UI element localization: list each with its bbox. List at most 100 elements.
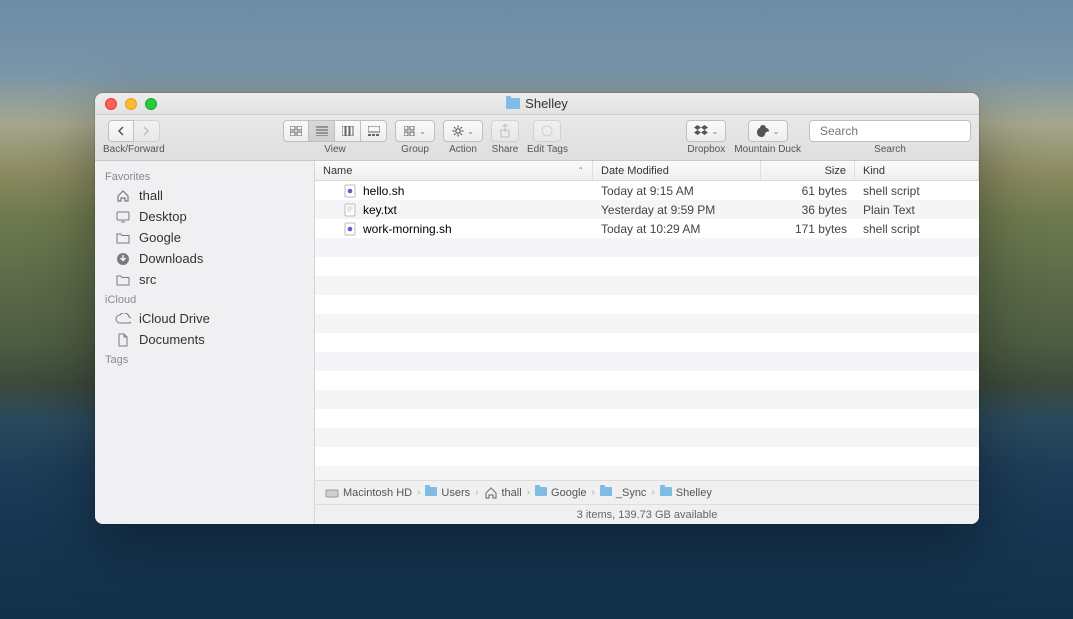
sidebar-item-downloads[interactable]: Downloads: [95, 248, 314, 269]
home-icon: [484, 486, 498, 500]
group-icon: [404, 126, 416, 136]
search-box[interactable]: [809, 120, 971, 142]
sidebar: FavoritesthallDesktopGoogleDownloadssrci…: [95, 161, 315, 524]
view-gallery-button[interactable]: [361, 120, 387, 142]
share-button[interactable]: [491, 120, 519, 142]
path-item-users[interactable]: Users: [425, 487, 470, 499]
folder-icon: [506, 98, 520, 109]
mountain-duck-button-group: ⌄ Mountain Duck: [734, 120, 801, 155]
finder-window: Shelley Back/Forward View ⌄: [95, 93, 979, 524]
download-icon: [115, 252, 131, 266]
file-size: 171 bytes: [761, 222, 855, 236]
share-icon: [499, 124, 511, 138]
mountain-duck-button[interactable]: ⌄: [748, 120, 788, 142]
window-title: Shelley: [95, 96, 979, 111]
path-item-_sync[interactable]: _Sync: [600, 487, 647, 499]
nav-label: Back/Forward: [103, 144, 165, 155]
view-columns-button[interactable]: [335, 120, 361, 142]
search-label: Search: [874, 144, 906, 155]
tag-icon: [540, 124, 554, 138]
status-text: 3 items, 139.73 GB available: [577, 509, 718, 521]
folder-icon: [660, 487, 672, 499]
sidebar-item-label: thall: [139, 188, 163, 203]
column-date[interactable]: Date Modified: [593, 161, 761, 180]
sidebar-item-google[interactable]: Google: [95, 227, 314, 248]
sort-caret-icon: ⌃: [577, 166, 584, 175]
path-separator: ›: [651, 487, 654, 498]
view-list-button[interactable]: [309, 120, 335, 142]
path-separator: ›: [475, 487, 478, 498]
path-item-label: thall: [502, 487, 522, 499]
action-label: Action: [449, 144, 477, 155]
path-item-label: Users: [441, 487, 470, 499]
path-separator: ›: [417, 487, 420, 498]
path-item-shelley[interactable]: Shelley: [660, 487, 712, 499]
sidebar-section-title: Tags: [95, 350, 314, 368]
view-icons-button[interactable]: [283, 120, 309, 142]
file-name: key.txt: [363, 203, 397, 217]
hd-icon: [325, 487, 339, 499]
column-size[interactable]: Size: [761, 161, 855, 180]
path-item-macintosh-hd[interactable]: Macintosh HD: [325, 487, 412, 499]
chevron-down-icon: ⌄: [419, 127, 426, 136]
file-row[interactable]: key.txt Yesterday at 9:59 PM 36 bytes Pl…: [315, 200, 979, 219]
forward-button[interactable]: [134, 120, 160, 142]
file-date: Today at 10:29 AM: [593, 222, 761, 236]
sidebar-item-label: Desktop: [139, 209, 187, 224]
close-button[interactable]: [105, 98, 117, 110]
group-label: Group: [401, 144, 429, 155]
window-title-text: Shelley: [525, 96, 568, 111]
file-icon: [343, 203, 357, 217]
maximize-button[interactable]: [145, 98, 157, 110]
tags-button-group: Edit Tags: [527, 120, 568, 155]
group-button-group: ⌄ Group: [395, 120, 435, 155]
sidebar-item-label: Google: [139, 230, 181, 245]
file-date: Today at 9:15 AM: [593, 184, 761, 198]
sidebar-item-label: iCloud Drive: [139, 311, 210, 326]
view-label: View: [324, 144, 346, 155]
file-list-pane: Name⌃ Date Modified Size Kind hello.sh T…: [315, 161, 979, 524]
sidebar-item-documents[interactable]: Documents: [95, 329, 314, 350]
action-button[interactable]: ⌄: [443, 120, 483, 142]
window-controls: [105, 98, 157, 110]
file-icon: [343, 222, 357, 236]
search-input[interactable]: [820, 124, 975, 138]
share-label: Share: [492, 144, 519, 155]
search-group: Search: [809, 120, 971, 155]
file-kind: shell script: [855, 184, 979, 198]
gear-icon: [452, 125, 464, 137]
action-button-group: ⌄ Action: [443, 120, 483, 155]
column-kind[interactable]: Kind: [855, 161, 979, 180]
path-item-google[interactable]: Google: [535, 487, 586, 499]
sidebar-item-src[interactable]: src: [95, 269, 314, 290]
file-size: 36 bytes: [761, 203, 855, 217]
file-kind: Plain Text: [855, 203, 979, 217]
file-size: 61 bytes: [761, 184, 855, 198]
file-name: hello.sh: [363, 184, 404, 198]
sidebar-item-label: Downloads: [139, 251, 203, 266]
chevron-down-icon: ⌄: [711, 127, 718, 136]
file-row[interactable]: hello.sh Today at 9:15 AM 61 bytes shell…: [315, 181, 979, 200]
dropbox-label: Dropbox: [687, 144, 725, 155]
file-row[interactable]: work-morning.sh Today at 10:29 AM 171 by…: [315, 219, 979, 238]
path-separator: ›: [592, 487, 595, 498]
path-separator: ›: [527, 487, 530, 498]
back-button[interactable]: [108, 120, 134, 142]
path-item-label: Macintosh HD: [343, 487, 412, 499]
folder-icon: [115, 273, 131, 287]
folder-icon: [425, 487, 437, 499]
column-name[interactable]: Name⌃: [315, 161, 593, 180]
sidebar-item-desktop[interactable]: Desktop: [95, 206, 314, 227]
group-button[interactable]: ⌄: [395, 120, 435, 142]
home-icon: [115, 189, 131, 203]
file-rows: hello.sh Today at 9:15 AM 61 bytes shell…: [315, 181, 979, 480]
sidebar-item-icloud-drive[interactable]: iCloud Drive: [95, 308, 314, 329]
minimize-button[interactable]: [125, 98, 137, 110]
dropbox-button-group: ⌄ Dropbox: [686, 120, 726, 155]
folder-icon: [600, 487, 612, 499]
path-item-thall[interactable]: thall: [484, 486, 522, 500]
dropbox-button[interactable]: ⌄: [686, 120, 726, 142]
sidebar-item-thall[interactable]: thall: [95, 185, 314, 206]
dropbox-icon: [694, 125, 708, 137]
edit-tags-button[interactable]: [533, 120, 561, 142]
